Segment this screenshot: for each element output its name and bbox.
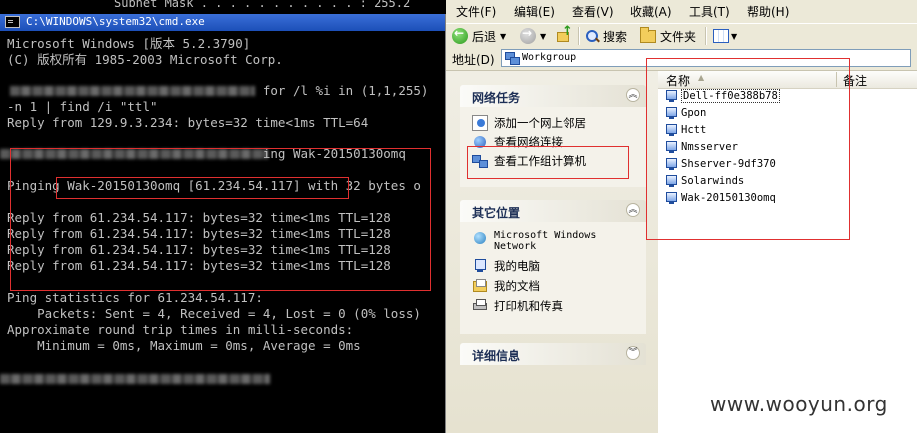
toolbar-separator <box>705 27 707 45</box>
add-network-place-icon <box>472 115 488 131</box>
cmd-line-version: Microsoft Windows [版本 5.2.3790] <box>7 36 251 51</box>
search-icon <box>585 29 600 44</box>
place-label: Microsoft Windows Network <box>494 230 597 252</box>
highlight-box-view-workgroup <box>467 146 629 179</box>
other-places-body: Microsoft Windows Network 我的电脑 我的文档 打印机和… <box>460 222 646 334</box>
menu-tools[interactable]: 工具(T) <box>689 3 730 20</box>
chevron-down-icon[interactable]: ▼ <box>731 32 737 41</box>
task-pane: 网络任务 ︽ 添加一个网上邻居 查看网络连接 查看工作组计算机 其它位置 ︽ M… <box>446 71 658 433</box>
forward-arrow-icon <box>520 26 536 44</box>
my-documents-icon <box>472 278 488 294</box>
workgroup-icon <box>505 52 520 65</box>
up-folder-icon <box>556 24 573 44</box>
file-list[interactable]: 名称 ▲ 备注 Dell-ff0e388b78 Gpon Hctt Nmsser… <box>646 58 917 433</box>
toolbar: 后退 ▼ ▼ 搜索 文件夹 ▼ <box>446 23 917 49</box>
printer-icon <box>472 298 488 314</box>
task-pane-background: 网络任务 ︽ 添加一个网上邻居 查看网络连接 查看工作组计算机 其它位置 ︽ M… <box>446 71 658 433</box>
toolbar-separator <box>578 27 580 45</box>
expand-chevron-icon[interactable]: ︾ <box>626 346 640 360</box>
background-window-strip: Subnet Mask . . . . . . . . . . . : 255.… <box>0 0 446 14</box>
place-printers-faxes[interactable]: 打印机和传真 <box>472 298 563 314</box>
cmd-line-for-loop: for /l %i in (1,1,255) <box>7 83 429 98</box>
search-label: 搜索 <box>603 29 628 44</box>
up-folder-button[interactable] <box>556 24 574 45</box>
back-arrow-icon <box>452 26 468 44</box>
cmd-line-rtt-values: Minimum = 0ms, Maximum = 0ms, Average = … <box>7 338 361 353</box>
forward-button[interactable]: ▼ <box>520 26 546 45</box>
collapse-chevron-icon[interactable]: ︽ <box>626 203 640 217</box>
cmd-line-reply-gateway: Reply from 129.9.3.234: bytes=32 time<1m… <box>7 115 369 130</box>
place-my-computer[interactable]: 我的电脑 <box>472 258 540 274</box>
cmd-line-packets: Packets: Sent = 4, Received = 4, Lost = … <box>7 306 421 321</box>
watermark: www.wooyun.org <box>710 392 888 416</box>
my-computer-icon <box>472 258 488 274</box>
cmd-title: C:\WINDOWS\system32\cmd.exe <box>26 15 205 28</box>
cmd-icon <box>5 16 20 28</box>
other-places-header[interactable]: 其它位置 ︽ <box>460 200 646 222</box>
cmd-line-find: -n 1 | find /i "ttl" <box>7 99 158 114</box>
highlight-box-computer-list <box>646 58 850 240</box>
details-header[interactable]: 详细信息 ︾ <box>460 343 646 365</box>
background-window-text: Subnet Mask . . . . . . . . . . . : 255.… <box>114 0 411 10</box>
folders-label: 文件夹 <box>660 29 697 44</box>
highlight-box-ping-output <box>10 148 431 291</box>
address-value: Workgroup <box>522 52 577 63</box>
address-label: 地址(D) <box>452 53 495 67</box>
chevron-down-icon[interactable]: ▼ <box>540 32 546 41</box>
network-tasks-header[interactable]: 网络任务 ︽ <box>460 85 646 107</box>
windows-network-icon <box>472 230 488 246</box>
highlight-box-hostname-ip <box>56 177 349 199</box>
menu-file[interactable]: 文件(F) <box>456 3 496 20</box>
menu-favorites[interactable]: 收藏(A) <box>630 3 672 20</box>
search-button[interactable]: 搜索 <box>585 27 627 45</box>
cmd-line-rtt-header: Approximate round trip times in milli-se… <box>7 322 354 337</box>
cmd-titlebar[interactable]: C:\WINDOWS\system32\cmd.exe <box>0 14 446 31</box>
cmd-window[interactable]: Subnet Mask . . . . . . . . . . . : 255.… <box>0 0 446 433</box>
other-places-title: 其它位置 <box>472 206 521 220</box>
menu-view[interactable]: 查看(V) <box>572 3 614 20</box>
task-label: 添加一个网上邻居 <box>494 116 586 130</box>
chevron-down-icon[interactable]: ▼ <box>500 32 506 41</box>
place-my-documents[interactable]: 我的文档 <box>472 278 540 294</box>
place-label: 打印机和传真 <box>494 299 563 313</box>
place-label: 我的电脑 <box>494 259 540 273</box>
details-title: 详细信息 <box>472 349 521 363</box>
views-icon <box>713 29 729 43</box>
views-button[interactable]: ▼ <box>713 27 737 45</box>
menu-bar: 文件(F) 编辑(E) 查看(V) 收藏(A) 工具(T) 帮助(H) <box>446 0 917 21</box>
collapse-chevron-icon[interactable]: ︽ <box>626 88 640 102</box>
task-add-network-place[interactable]: 添加一个网上邻居 <box>472 115 586 131</box>
back-button[interactable]: 后退 ▼ <box>452 26 506 45</box>
back-label: 后退 <box>472 29 497 44</box>
menu-help[interactable]: 帮助(H) <box>747 3 789 20</box>
network-tasks-title: 网络任务 <box>472 91 521 105</box>
place-microsoft-windows-network[interactable]: Microsoft Windows Network <box>472 230 602 252</box>
cmd-line-copyright: (C) 版权所有 1985-2003 Microsoft Corp. <box>7 52 283 67</box>
explorer-window[interactable]: 文件(F) 编辑(E) 查看(V) 收藏(A) 工具(T) 帮助(H) 后退 ▼… <box>446 0 917 433</box>
menu-edit[interactable]: 编辑(E) <box>514 3 555 20</box>
cmd-line-ping-stats: Ping statistics for 61.234.54.117: <box>7 290 263 305</box>
redacted-text <box>0 374 270 384</box>
place-label: 我的文档 <box>494 279 540 293</box>
folder-icon <box>640 26 656 43</box>
folders-button[interactable]: 文件夹 <box>640 26 697 45</box>
